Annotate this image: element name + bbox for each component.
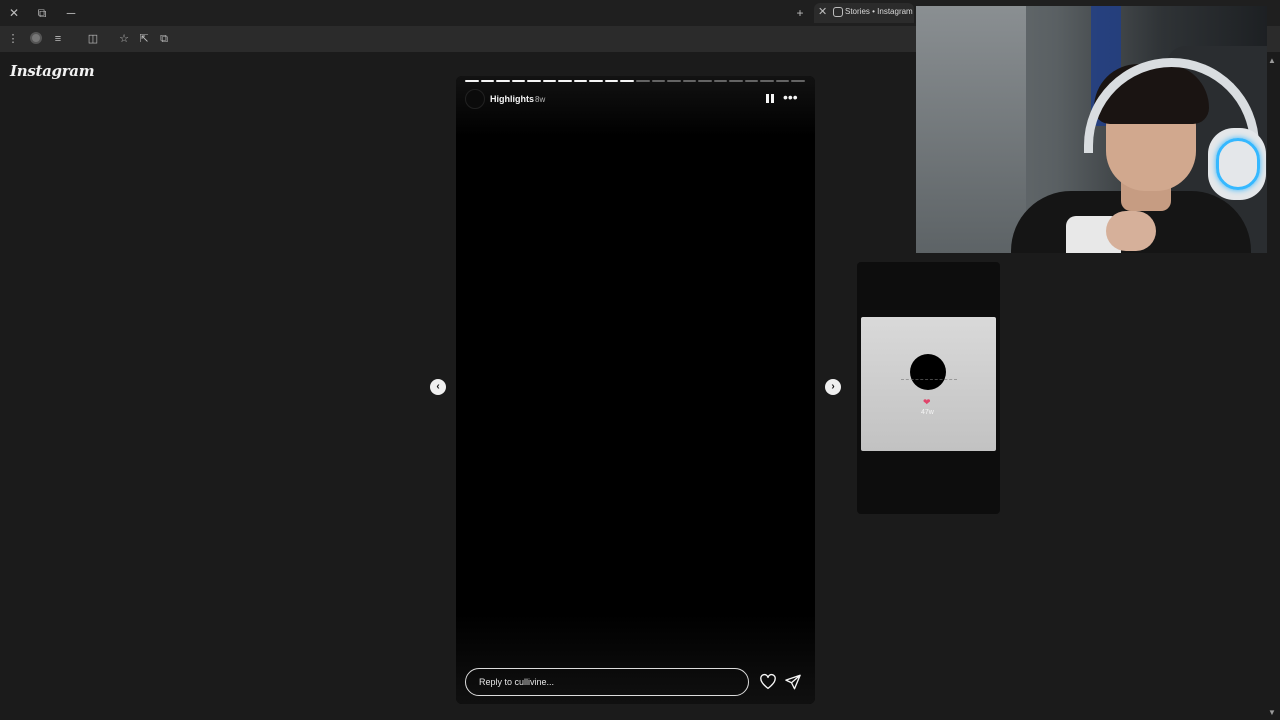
new-tab-button[interactable]: + [792,5,808,21]
tab-title: Stories • Instagram [845,7,913,16]
tab-stories-instagram[interactable]: ✕ Stories • Instagram [814,3,914,23]
story-username[interactable]: Highlights [490,94,534,104]
webcam-wall [916,6,1026,253]
story-avatar[interactable] [465,89,485,109]
menu-kebab-icon[interactable]: ⋮ [5,31,21,47]
progress-segment [651,80,666,82]
progress-segment [465,80,479,82]
pause-icon[interactable] [764,92,776,106]
progress-segment [527,80,541,82]
progress-segment [729,80,743,82]
progress-segment [496,80,510,82]
progress-segment [480,80,495,82]
translate-icon[interactable]: ⧉ [156,31,172,47]
webcam-person-hand [1106,211,1156,251]
bookmark-star-icon[interactable]: ☆ [116,31,132,47]
extensions-icon[interactable]: ◫ [85,31,101,47]
instagram-logo[interactable]: Instagram [10,62,95,80]
next-story-button[interactable]: › [825,379,841,395]
progress-segment [713,80,728,82]
progress-segment [511,80,526,82]
window-close-icon[interactable]: ✕ [6,5,22,21]
previous-story-button[interactable]: ‹ [430,379,446,395]
progress-segment [791,80,806,82]
progress-segment [589,80,603,82]
progress-segment [558,80,572,82]
share-page-icon[interactable]: ⇱ [136,31,152,47]
preview-timestamp: 47w [921,409,934,416]
story-progress-bar [465,80,806,82]
progress-segment [760,80,774,82]
send-icon[interactable] [784,673,802,691]
scroll-up-arrow-icon[interactable]: ▲ [1268,56,1276,65]
progress-segment [620,80,635,82]
webcam-overlay [916,6,1267,253]
progress-segment [744,80,759,82]
story-timestamp: 8w [535,95,546,104]
scroll-down-arrow-icon[interactable]: ▼ [1268,708,1276,717]
progress-segment [573,80,588,82]
heart-icon[interactable] [759,673,777,691]
story-viewer[interactable]: Highlights 8w ••• [456,76,815,704]
progress-segment [604,80,619,82]
progress-segment [636,80,650,82]
instagram-favicon-icon [833,7,843,17]
reply-input[interactable] [465,668,749,696]
preview-heart-icon: ❤ [923,397,931,407]
headset-light-ring [1216,138,1260,190]
progress-segment [698,80,712,82]
progress-segment [542,80,557,82]
more-options-icon[interactable]: ••• [783,89,798,105]
window-minimize-icon[interactable]: ─ [63,5,79,21]
profile-avatar[interactable] [30,32,42,44]
reading-list-icon[interactable]: ≡ [50,31,66,47]
next-story-preview[interactable]: ❤ 47w [857,262,1000,514]
progress-segment [775,80,790,82]
progress-segment [682,80,697,82]
progress-segment [667,80,681,82]
story-top-gradient [456,76,815,136]
preview-thumbnail: ❤ 47w [861,317,996,451]
window-restore-icon[interactable]: ⧉ [34,5,50,21]
tab-close-icon[interactable]: ✕ [818,5,827,18]
preview-decoration [901,379,957,385]
